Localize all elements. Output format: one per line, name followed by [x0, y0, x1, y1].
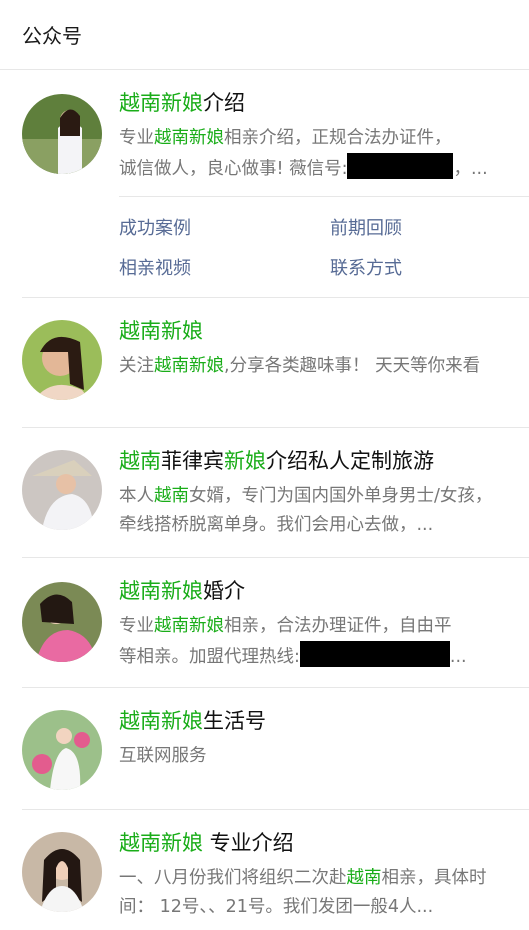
avatar-photo-4	[22, 582, 102, 662]
menu-item-past-review[interactable]: 前期回顾	[330, 214, 402, 240]
avatar-photo-2	[22, 320, 102, 400]
account-title: 越南新娘婚介	[119, 579, 245, 603]
menu-item-contact[interactable]: 联系方式	[330, 254, 402, 280]
account-result-5[interactable]: 越南新娘生活号 互联网服务	[22, 688, 529, 810]
account-result-3[interactable]: 越南菲律宾新娘介绍私人定制旅游 本人越南女婿，专门为国内国外单身男士/女孩，牵线…	[22, 428, 529, 558]
account-description: 互联网服务	[119, 746, 207, 766]
account-description: 专业越南新娘相亲，合法办理证件，自由平 等相亲。加盟代理热线:...	[119, 616, 467, 667]
section-title-text: 公众号	[22, 24, 82, 48]
account-title: 越南新娘介绍	[119, 91, 245, 115]
account-title: 越南菲律宾新娘介绍私人定制旅游	[119, 449, 434, 473]
account-title: 越南新娘 专业介绍	[119, 831, 294, 855]
account-result-6[interactable]: 越南新娘 专业介绍 一、八月份我们将组织二次赴越南相亲，具体时间： 12号、、2…	[22, 810, 529, 930]
avatar-photo-6	[22, 832, 102, 912]
avatar	[22, 710, 102, 790]
account-description: 本人越南女婿，专门为国内国外单身男士/女孩，牵线搭桥脱离单身。我们会用心去做，.…	[119, 486, 493, 535]
avatar	[22, 94, 102, 174]
avatar	[22, 450, 102, 530]
redacted-bar	[347, 153, 454, 179]
account-description: 一、八月份我们将组织二次赴越南相亲，具体时间： 12号、、21号。我们发团一般4…	[119, 868, 487, 917]
account-result-2[interactable]: 越南新娘 关注越南新娘,分享各类趣味事！ 天天等你来看	[22, 298, 529, 428]
avatar	[22, 320, 102, 400]
account-result-1[interactable]: 越南新娘介绍 专业越南新娘相亲介绍，正规合法办证件， 诚信做人，良心做事! 薇信…	[22, 70, 529, 298]
account-description: 关注越南新娘,分享各类趣味事！ 天天等你来看	[119, 356, 481, 376]
avatar-photo-5	[22, 710, 102, 790]
menu-item-success-cases[interactable]: 成功案例	[119, 214, 191, 240]
redacted-bar	[299, 641, 450, 667]
account-result-4[interactable]: 越南新娘婚介 专业越南新娘相亲，合法办理证件，自由平 等相亲。加盟代理热线:..…	[22, 558, 529, 688]
avatar	[22, 832, 102, 912]
avatar-photo-1	[22, 94, 102, 174]
avatar-photo-3	[22, 450, 102, 530]
account-title: 越南新娘生活号	[119, 709, 266, 733]
account-title: 越南新娘	[119, 319, 203, 343]
search-results-page: 公众号 越南新娘介绍 专业越南新娘相亲介绍，正规合法办证件， 诚信做人，良心做事…	[0, 0, 529, 930]
account-description: 专业越南新娘相亲介绍，正规合法办证件， 诚信做人，良心做事! 薇信号:，...	[119, 128, 488, 179]
section-title: 公众号	[0, 0, 529, 70]
menu-divider	[119, 196, 529, 197]
avatar	[22, 582, 102, 662]
menu-item-dating-video[interactable]: 相亲视频	[119, 254, 191, 280]
